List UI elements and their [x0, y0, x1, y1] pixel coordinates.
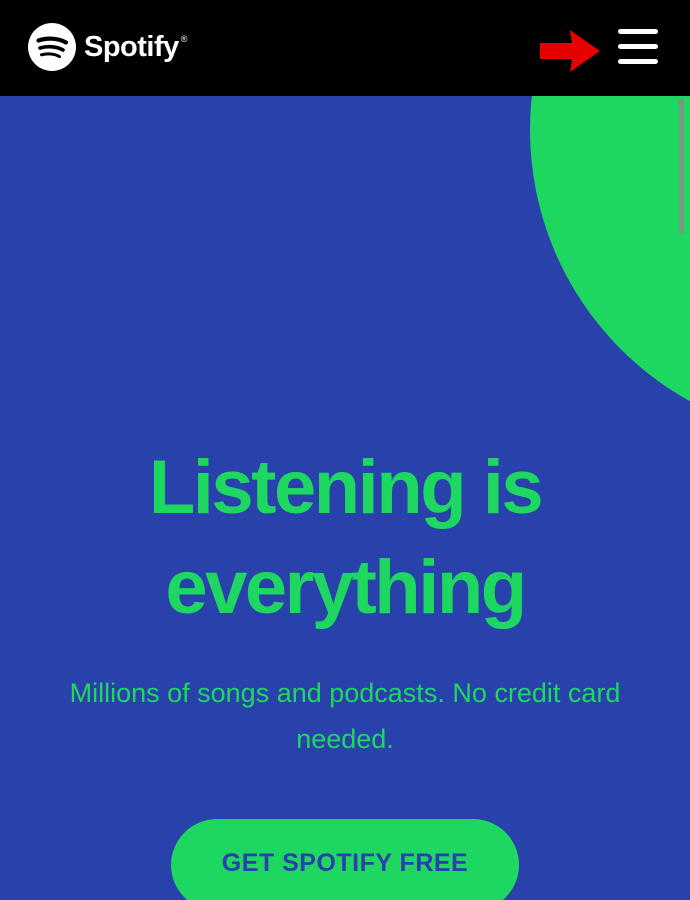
scrollbar[interactable] [679, 98, 684, 234]
hamburger-menu-button[interactable] [612, 24, 664, 70]
headline-line-2: everything [165, 545, 527, 630]
registered-mark: ® [180, 34, 188, 44]
spotify-logo-link[interactable]: Spotify ® [28, 22, 187, 72]
hamburger-menu-icon-line [618, 59, 658, 64]
hero-subtitle: Millions of songs and podcasts. No credi… [69, 678, 621, 754]
cta-label: GET SPOTIFY FREE [221, 849, 469, 877]
headline-line-1: Listening is [148, 445, 544, 530]
page: Spotify ® Listening is everything Millio… [0, 0, 690, 900]
hamburger-menu-icon-line [618, 44, 658, 49]
get-spotify-free-button[interactable]: GET SPOTIFY FREE [171, 819, 519, 900]
hamburger-menu-icon [618, 29, 658, 34]
hero-headline: Listening is everything [0, 438, 690, 638]
brand-name: Spotify [84, 30, 179, 63]
top-navigation-bar: Spotify ® [0, 0, 690, 96]
spotify-logo-icon [28, 23, 76, 71]
red-arrow-icon [540, 30, 600, 72]
